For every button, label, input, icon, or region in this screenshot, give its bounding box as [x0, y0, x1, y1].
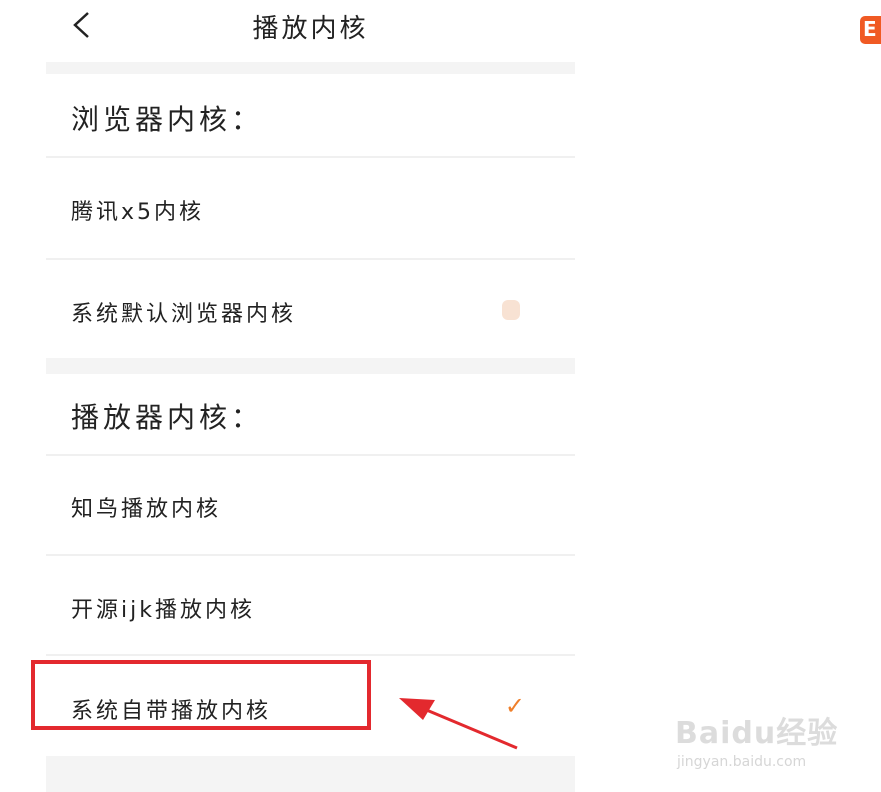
option-zhiniao-player[interactable]: 知鸟播放内核 — [46, 456, 575, 554]
nav-bar: 播放内核 — [46, 0, 575, 58]
page-title: 播放内核 — [252, 14, 369, 44]
option-system-browser[interactable]: 系统默认浏览器内核 — [46, 260, 575, 358]
phone-screen: 播放内核 浏览器内核： 腾讯x5内核 系统默认浏览器内核 播放器内核： 知鸟播放… — [46, 0, 575, 792]
option-label: 系统默认浏览器内核 — [71, 302, 297, 327]
option-label: 开源ijk播放内核 — [71, 598, 255, 623]
checkmark-icon: ✓ — [504, 692, 525, 720]
section-gap — [46, 358, 575, 374]
option-ijk-player[interactable]: 开源ijk播放内核 — [46, 556, 575, 654]
bottom-gap — [46, 756, 575, 792]
browser-section-title: 浏览器内核： — [71, 103, 264, 136]
browser-section-header: 浏览器内核： — [46, 74, 575, 156]
option-system-player[interactable]: 系统自带播放内核 ✓ — [46, 656, 575, 756]
radio-indicator — [502, 300, 520, 320]
watermark-text: Baidu经验 — [675, 716, 839, 751]
section-gap — [46, 62, 575, 74]
player-section-header: 播放器内核： — [46, 374, 575, 454]
watermark-url: jingyan.baidu.com — [677, 754, 807, 770]
option-label: 腾讯x5内核 — [71, 200, 205, 225]
baidu-watermark: Baidu经验 jingyan.baidu.com — [675, 700, 875, 780]
option-label: 知鸟播放内核 — [71, 497, 222, 522]
app-logo-icon: E — [860, 16, 881, 44]
player-section-title: 播放器内核： — [71, 401, 264, 434]
option-label: 系统自带播放内核 — [71, 699, 272, 724]
option-tencent-x5[interactable]: 腾讯x5内核 — [46, 158, 575, 258]
